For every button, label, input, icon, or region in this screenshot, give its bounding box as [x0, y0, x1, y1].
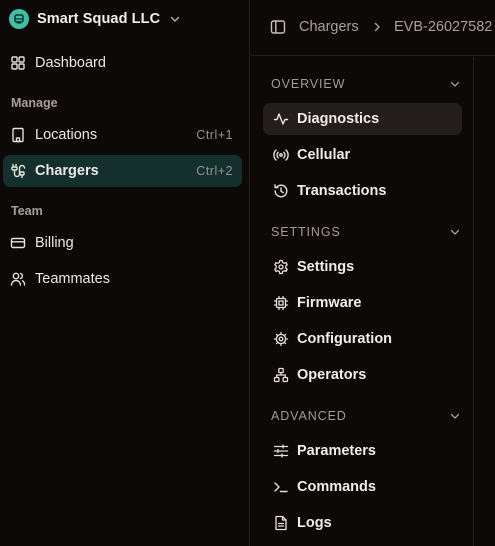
subnav-item-firmware[interactable]: Firmware: [263, 287, 462, 319]
subnav-item-label: Commands: [297, 479, 376, 495]
subnav-item-label: Configuration: [297, 331, 393, 347]
org-logo-icon: [9, 9, 29, 29]
subnav-group-overview[interactable]: OVERVIEW: [271, 77, 461, 93]
subnav-item-label: Diagnostics: [297, 111, 380, 127]
charger-subnav: OVERVIEW Diagnostics Cellular Transactio…: [251, 57, 474, 546]
gear-icon: [273, 259, 289, 275]
subnav-item-operators[interactable]: Operators: [263, 359, 462, 391]
org-switcher[interactable]: Smart Squad LLC: [9, 8, 181, 30]
signal-icon: [273, 147, 289, 163]
sidebar-item-label: Locations: [35, 127, 98, 143]
subnav-item-settings[interactable]: Settings: [263, 251, 462, 283]
chevron-down-icon: [169, 13, 181, 25]
history-icon: [273, 183, 289, 199]
subnav-item-label: Operators: [297, 367, 367, 383]
subnav-group-advanced[interactable]: ADVANCED: [271, 409, 461, 425]
subnav-item-label: Parameters: [297, 443, 376, 459]
subnav-group-label: SETTINGS: [271, 225, 341, 239]
subnav-item-label: Logs: [297, 515, 332, 531]
breadcrumb-item-chargers[interactable]: Chargers: [299, 19, 359, 36]
layout-grid-icon: [10, 55, 26, 71]
subnav-item-logs[interactable]: Logs: [263, 507, 462, 539]
sidebar: Smart Squad LLC Dashboard Manage Locatio…: [0, 0, 250, 546]
subnav-group-label: ADVANCED: [271, 409, 347, 423]
cog-icon: [273, 331, 289, 347]
subnav-item-label: Firmware: [297, 295, 362, 311]
chip-icon: [273, 295, 289, 311]
breadcrumb-item-charger-id: EVB-26027582: [394, 19, 493, 35]
sidebar-item-chargers[interactable]: Chargers Ctrl+2: [3, 155, 242, 187]
subnav-item-commands[interactable]: Commands: [263, 471, 462, 503]
subnav-group-label: OVERVIEW: [271, 77, 346, 91]
subnav-item-label: Settings: [297, 259, 355, 275]
cable-icon: [10, 163, 26, 179]
org-name: Smart Squad LLC: [37, 11, 161, 27]
subnav-group-settings[interactable]: SETTINGS: [271, 225, 461, 241]
section-label-team: Team: [11, 204, 43, 218]
sliders-icon: [273, 443, 289, 459]
chevron-down-icon: [449, 226, 461, 238]
activity-icon: [273, 111, 289, 127]
sidebar-item-teammates[interactable]: Teammates: [3, 263, 242, 295]
credit-card-icon: [10, 235, 26, 251]
users-icon: [10, 271, 26, 287]
shortcut-hint: Ctrl+1: [196, 128, 233, 142]
terminal-icon: [273, 479, 289, 495]
sidebar-item-label: Chargers: [35, 163, 99, 179]
sidebar-item-locations[interactable]: Locations Ctrl+1: [3, 119, 242, 151]
file-text-icon: [273, 515, 289, 531]
sidebar-item-label: Teammates: [35, 271, 110, 287]
sidebar-item-label: Dashboard: [35, 55, 106, 71]
sidebar-item-label: Billing: [35, 235, 74, 251]
network-icon: [273, 367, 289, 383]
sidebar-item-billing[interactable]: Billing: [3, 227, 242, 259]
sidebar-toggle-icon[interactable]: [270, 19, 286, 35]
chevron-down-icon: [449, 78, 461, 90]
subnav-item-diagnostics[interactable]: Diagnostics: [263, 103, 462, 135]
subnav-item-label: Cellular: [297, 147, 351, 163]
sidebar-item-dashboard[interactable]: Dashboard: [3, 47, 242, 79]
subnav-item-configuration[interactable]: Configuration: [263, 323, 462, 355]
subnav-item-transactions[interactable]: Transactions: [263, 175, 462, 207]
breadcrumb: Chargers EVB-26027582: [251, 0, 495, 56]
subnav-item-cellular[interactable]: Cellular: [263, 139, 462, 171]
building-icon: [10, 127, 26, 143]
chevron-right-icon: [371, 21, 383, 33]
shortcut-hint: Ctrl+2: [196, 164, 233, 178]
section-label-manage: Manage: [11, 96, 58, 110]
subnav-item-label: Transactions: [297, 183, 387, 199]
chevron-down-icon: [449, 410, 461, 422]
subnav-item-parameters[interactable]: Parameters: [263, 435, 462, 467]
main-content-area: [475, 57, 495, 546]
